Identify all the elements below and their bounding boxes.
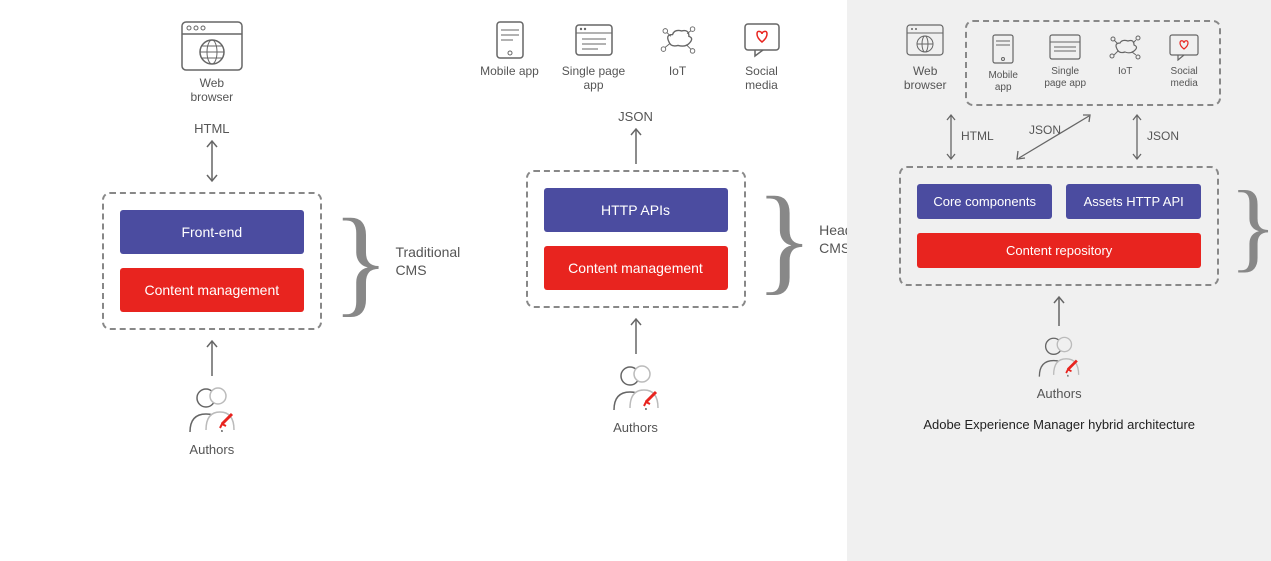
web-browser-icon [180,20,244,72]
block-assets-api: Assets HTTP API [1066,184,1201,219]
icon-mobile-app: Mobile app [478,20,542,93]
arrow-up-authors [1052,292,1066,326]
arrow-up-authors [205,336,219,376]
svg-text:JSON: JSON [1147,129,1179,143]
authors-icon [1034,332,1084,382]
cms-container: HTTP APIs Content management [526,170,746,308]
authors-icon [184,382,240,438]
web-browser-icon [905,20,945,60]
brace-hybrid: } Hybrid CMS [1229,166,1271,286]
block-core-components: Core components [917,184,1052,219]
iot-icon [1107,32,1143,62]
authors-icon [608,360,664,416]
authors-label: Authors [1037,386,1082,401]
block-frontend: Front-end [120,210,304,254]
arrow-up-down-icon [205,136,219,186]
icon-social: Social media [730,20,794,93]
arrow-html: HTML [194,121,229,186]
hybrid-caption: Adobe Experience Manager hybrid architec… [923,417,1195,432]
mobile-app-icon [989,32,1017,66]
top-icons: Mobile app Single page app IoT Social me… [478,20,794,93]
icon-mobile-app: Mobile app [979,32,1027,94]
authors-label: Authors [189,442,234,457]
arrow-json: JSON [618,109,653,164]
authors-label: Authors [613,420,658,435]
column-traditional: Web browser HTML Front-end Content manag… [0,0,424,561]
cms-container: Core components Assets HTTP API Content … [899,166,1219,286]
icon-iot: IoT [1103,32,1147,94]
block-content-mgmt: Content management [120,268,304,312]
top-icons: Web browser [180,20,244,105]
icon-social: Social media [1161,32,1207,94]
svg-text:JSON: JSON [1029,123,1061,137]
arrow-up-icon [205,336,219,376]
cms-container: Front-end Content management [102,192,322,330]
block-http-apis: HTTP APIs [544,188,728,232]
arrows-hybrid: HTML JSON JSON [899,106,1219,166]
icon-spa: Single page app [562,20,626,93]
social-icon [1168,32,1200,62]
icon-iot: IoT [646,20,710,93]
arrow-label-html: HTML [961,129,994,143]
arrow-up-icon [629,314,643,354]
arrow-up-authors [629,314,643,354]
social-icon [742,20,782,60]
column-hybrid: Web browser Mobile app Single page app I… [847,0,1271,561]
arrow-up-icon [629,124,643,164]
column-headless: Mobile app Single page app IoT Social me… [424,0,848,561]
block-content-repo: Content repository [917,233,1201,268]
icon-label: Web browser [180,76,244,105]
block-content-mgmt: Content management [544,246,728,290]
mobile-app-icon [490,20,530,60]
arrow-up-icon [1052,292,1066,326]
icon-web-browser: Web browser [180,20,244,105]
icon-spa: Single page app [1041,32,1089,94]
iot-icon [658,20,698,60]
apps-container: Mobile app Single page app IoT Social me… [965,20,1221,106]
spa-icon [1048,32,1082,62]
icon-web-browser: Web browser [897,20,953,93]
spa-icon [574,20,614,60]
